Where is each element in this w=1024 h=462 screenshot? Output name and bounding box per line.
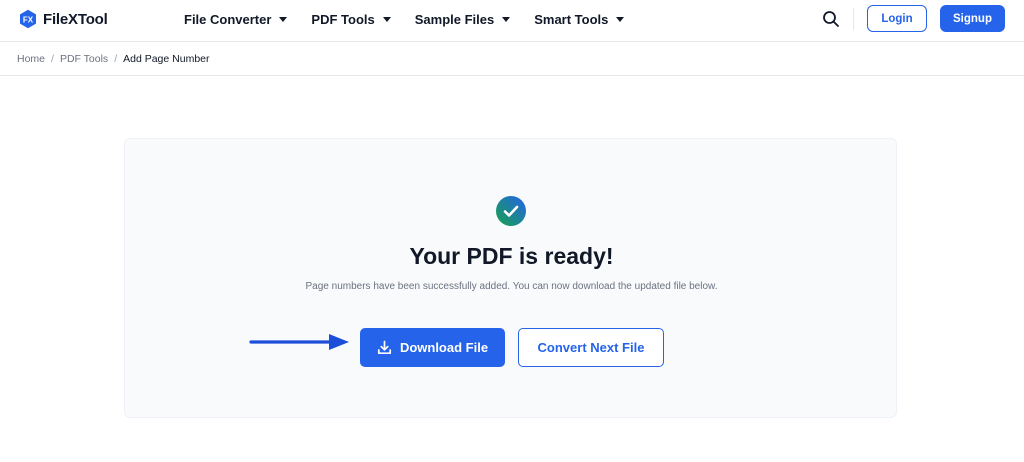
download-label: Download File	[399, 340, 489, 355]
convert-next-file-button[interactable]: Convert Next File	[518, 328, 664, 367]
svg-text:FX: FX	[23, 15, 34, 24]
chevron-down-icon	[616, 16, 625, 22]
header-divider	[853, 8, 854, 30]
chevron-down-icon	[502, 16, 511, 22]
fx-badge-icon: FX	[18, 9, 38, 29]
main-nav: File Converter PDF Tools Sample Files Sm…	[184, 0, 648, 38]
logo-text: FileXTool	[43, 10, 108, 28]
arrow-right-icon	[249, 332, 353, 352]
signup-button[interactable]: Signup	[940, 5, 1005, 32]
nav-smart-tools[interactable]: Smart Tools	[534, 11, 625, 27]
result-card: Your PDF is ready! Page numbers have bee…	[124, 138, 897, 418]
breadcrumb: Home / PDF Tools / Add Page Number	[17, 53, 210, 65]
nav-label: PDF Tools	[311, 11, 375, 27]
download-file-button[interactable]: Download File	[360, 328, 505, 367]
breadcrumb-pdf-tools[interactable]: PDF Tools	[60, 53, 108, 65]
top-header: FX FileXTool File Converter PDF Tools Sa…	[0, 0, 1024, 42]
breadcrumb-separator: /	[114, 53, 118, 65]
login-button[interactable]: Login	[867, 5, 927, 32]
breadcrumb-bar: Home / PDF Tools / Add Page Number	[0, 43, 1024, 76]
nav-label: Smart Tools	[534, 11, 609, 27]
breadcrumb-home[interactable]: Home	[17, 53, 45, 65]
nav-sample-files[interactable]: Sample Files	[414, 11, 511, 27]
download-icon	[377, 340, 392, 355]
page: FX FileXTool File Converter PDF Tools Sa…	[0, 0, 1024, 462]
breadcrumb-separator: /	[51, 53, 54, 65]
success-message: Page numbers have been successfully adde…	[305, 281, 718, 292]
success-title: Your PDF is ready!	[409, 243, 614, 269]
nav-pdf-tools[interactable]: PDF Tools	[311, 11, 391, 27]
chevron-down-icon	[279, 16, 288, 22]
check-circle-icon	[495, 195, 527, 227]
logo[interactable]: FX FileXTool	[18, 8, 108, 30]
search-icon[interactable]	[822, 10, 840, 28]
nav-label: Sample Files	[414, 11, 495, 27]
chevron-down-icon	[382, 16, 391, 22]
breadcrumb-current: Add Page Number	[123, 53, 210, 65]
nav-label: File Converter	[184, 11, 272, 27]
nav-file-converter[interactable]: File Converter	[184, 11, 288, 27]
